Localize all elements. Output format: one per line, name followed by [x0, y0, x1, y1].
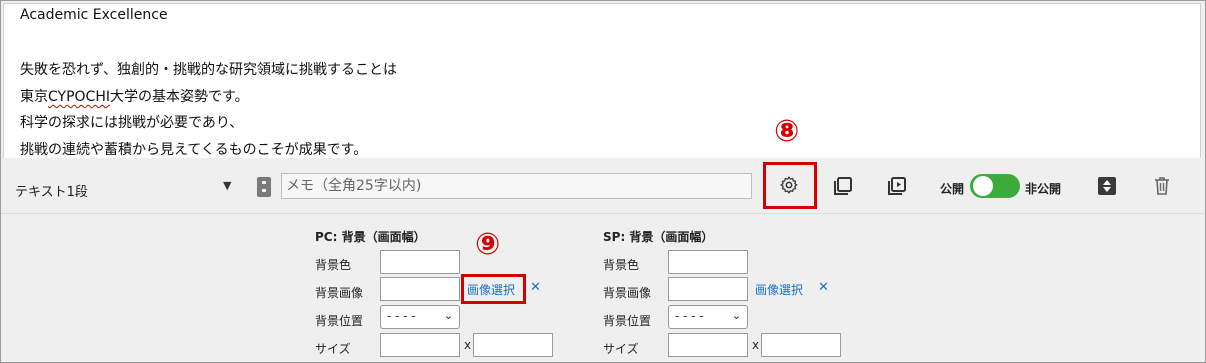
editor-text: 東京	[20, 89, 48, 105]
sp-size-separator: x	[752, 338, 760, 352]
pc-bg-position-select[interactable]: - - - - ⌄	[380, 305, 460, 329]
pc-bg-color-input[interactable]	[380, 250, 460, 274]
memo-icon	[257, 177, 271, 197]
toggle-knob	[973, 176, 993, 196]
editor-text: 大学の基本姿勢です。	[109, 89, 249, 105]
sp-size-label: サイズ	[603, 342, 639, 356]
spellcheck-word: CYPOCHI	[48, 89, 110, 105]
pc-size-separator: x	[464, 338, 472, 352]
memo-input[interactable]	[281, 173, 752, 199]
sp-bg-position-value: - - - -	[675, 309, 704, 323]
pc-bg-image-label: 背景画像	[315, 286, 364, 300]
copy-icon[interactable]	[833, 176, 853, 196]
trash-icon[interactable]	[1152, 176, 1172, 196]
caret-down-icon[interactable]: ▼	[223, 179, 231, 192]
sp-bg-color-input[interactable]	[668, 250, 748, 274]
sort-icon[interactable]	[1098, 177, 1116, 195]
sp-bg-position-label: 背景位置	[603, 314, 652, 328]
editor-line: 失敗を恐れず、独創的・挑戦的な研究領域に挑戦することは	[20, 62, 398, 78]
editor-line: 科学の探求には挑戦が必要であり、	[20, 115, 244, 131]
sp-size-width-input[interactable]	[668, 333, 748, 357]
annotation-marker-8: ⑧	[774, 114, 800, 149]
pc-clear-image-icon[interactable]: ✕	[530, 280, 541, 295]
text-editor-area[interactable]: Academic Excellence 失敗を恐れず、独創的・挑戦的な研究領域に…	[3, 3, 1201, 158]
pc-bg-position-value: - - - -	[387, 309, 416, 323]
public-label: 公開	[940, 182, 965, 196]
pc-bg-image-input[interactable]	[380, 277, 460, 301]
chevron-down-icon: ⌄	[731, 309, 741, 322]
pc-size-height-input[interactable]	[473, 333, 553, 357]
sp-background-title: SP: 背景（画面幅）	[603, 230, 714, 244]
gear-icon[interactable]	[779, 175, 799, 195]
editor-line: 挑戦の連続や蓄積から見えてくるものこそが成果です。	[20, 142, 368, 158]
private-label: 非公開	[1025, 182, 1062, 196]
pc-image-select-link[interactable]: 画像選択	[467, 281, 515, 298]
pc-bg-color-label: 背景色	[315, 258, 352, 272]
sp-size-height-input[interactable]	[761, 333, 841, 357]
sp-bg-image-label: 背景画像	[603, 286, 652, 300]
annotation-marker-9: ⑨	[475, 227, 501, 262]
pc-background-title: PC: 背景（画面幅）	[315, 230, 426, 244]
sp-clear-image-icon[interactable]: ✕	[818, 280, 829, 295]
pc-size-label: サイズ	[315, 342, 351, 356]
pc-bg-position-label: 背景位置	[315, 314, 364, 328]
chevron-down-icon: ⌄	[443, 309, 453, 322]
block-type-select[interactable]: テキスト1段	[15, 181, 88, 200]
block-toolbar: テキスト1段 ▼ 公開 非公開	[1, 159, 1204, 214]
publish-toggle[interactable]	[970, 174, 1020, 198]
sp-bg-image-input[interactable]	[668, 277, 748, 301]
editor-line: 東京CYPOCHI大学の基本姿勢です。	[20, 88, 249, 106]
preview-icon[interactable]	[887, 176, 907, 196]
editor-line-heading: Academic Excellence	[20, 7, 168, 23]
sp-bg-position-select[interactable]: - - - - ⌄	[668, 305, 748, 329]
sp-bg-color-label: 背景色	[603, 258, 640, 272]
pc-size-width-input[interactable]	[380, 333, 460, 357]
sp-image-select-link[interactable]: 画像選択	[755, 281, 803, 298]
